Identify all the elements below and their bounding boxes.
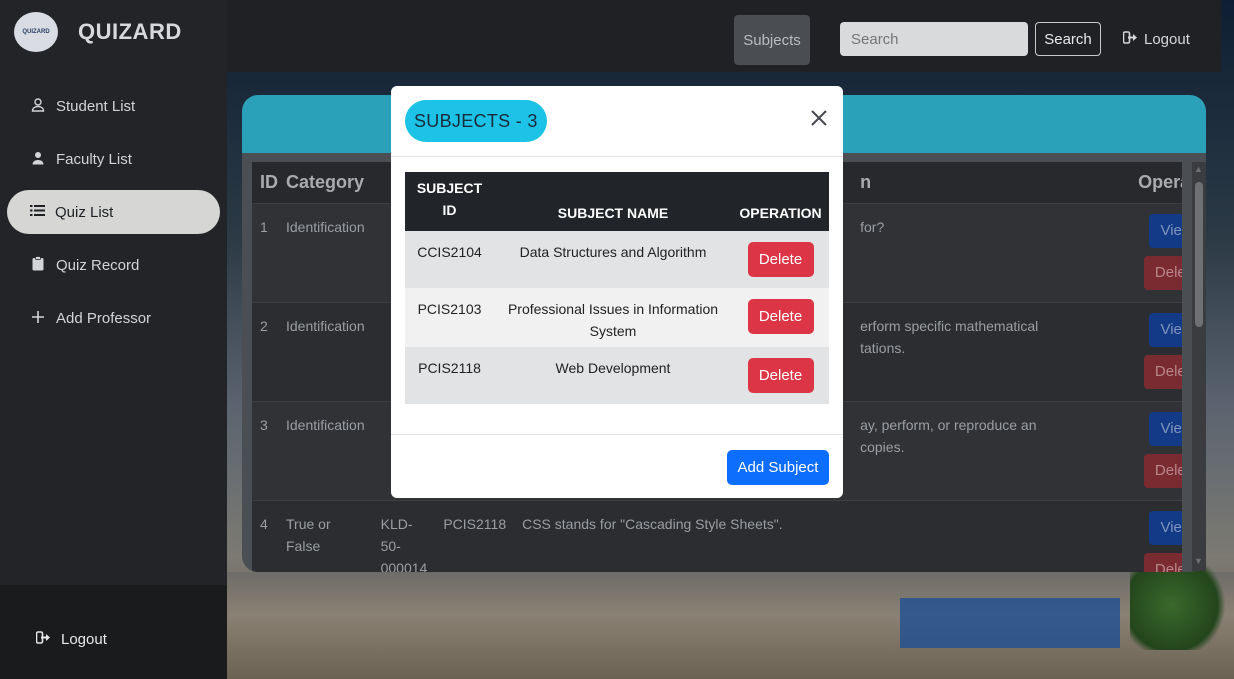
cell-operation: View Delete xyxy=(1130,301,1182,401)
cell-operation: Delete xyxy=(732,231,829,288)
sidebar-item-faculty-list[interactable]: Faculty List xyxy=(0,137,227,181)
top-logout-button[interactable]: Logout xyxy=(1122,31,1190,48)
cell-operation: Delete xyxy=(732,347,829,404)
table-row: 4 True or False KLD-50- 000014 PCIS2118 … xyxy=(252,499,1182,572)
cell-category: Identification xyxy=(278,400,373,500)
background-fence xyxy=(900,598,1120,648)
user-tie-icon xyxy=(30,151,46,168)
cell-operation: Delete xyxy=(732,288,829,347)
logout-icon xyxy=(35,631,51,648)
subjects-table: SUBJECT ID SUBJECT NAME OPERATION CCIS21… xyxy=(405,172,829,404)
sidebar-item-label: Faculty List xyxy=(56,150,132,168)
col-header-id: ID xyxy=(252,162,278,203)
sidebar-item-label: Quiz List xyxy=(55,203,114,221)
scrollbar-thumb[interactable] xyxy=(1195,182,1203,327)
sidebar-nav: Student List Faculty List Quiz List Quiz… xyxy=(0,84,227,349)
table-scrollbar[interactable]: ▲ ▼ xyxy=(1192,162,1206,571)
col-header-operation: Operation xyxy=(1130,162,1182,203)
sidebar-item-label: Quiz Record xyxy=(56,256,140,274)
cell-subject-name: Professional Issues in Information Syste… xyxy=(494,288,732,347)
sidebar-item-label: Add Professor xyxy=(56,309,152,327)
view-button[interactable]: View xyxy=(1149,510,1182,545)
table-row: PCIS2103 Professional Issues in Informat… xyxy=(405,288,829,347)
view-button[interactable]: View xyxy=(1149,312,1182,347)
subjects-modal: SUBJECTS - 3 SUBJECT ID SUBJECT NAME OPE… xyxy=(391,86,843,498)
col-header-operation: OPERATION xyxy=(732,172,829,231)
cell-operation: View Delete xyxy=(1130,202,1182,302)
modal-title: SUBJECTS - 3 xyxy=(405,100,547,142)
cell-subject-id: PCIS2118 xyxy=(405,347,494,404)
sidebar-footer: Logout xyxy=(0,585,227,679)
cell-category: Identification xyxy=(278,301,373,401)
user-icon xyxy=(30,97,46,115)
cell-subject-id: PCIS2103 xyxy=(405,288,494,347)
table-row: CCIS2104 Data Structures and Algorithm D… xyxy=(405,231,829,288)
cell-code: KLD-50- 000014 xyxy=(372,499,436,572)
brand-name: QUIZARD xyxy=(78,19,182,44)
delete-button[interactable]: Delete xyxy=(1144,552,1182,572)
modal-footer: Add Subject xyxy=(391,434,843,498)
sidebar-logout-button[interactable]: Logout xyxy=(35,631,107,648)
cell-id: 1 xyxy=(252,202,278,302)
background-trees xyxy=(1130,560,1234,650)
sidebar-item-label: Student List xyxy=(56,97,136,115)
clipboard-icon xyxy=(30,256,46,274)
delete-button[interactable]: Delete xyxy=(1144,354,1182,389)
col-header-category: Category xyxy=(278,162,373,203)
list-icon xyxy=(29,204,45,220)
plus-icon xyxy=(30,310,46,327)
search-button[interactable]: Search xyxy=(1035,22,1101,56)
subjects-button[interactable]: Subjects xyxy=(734,15,810,65)
delete-button[interactable]: Delete xyxy=(1144,453,1182,488)
sidebar-logout-label: Logout xyxy=(61,631,107,648)
cell-subject-name: Web Development xyxy=(494,347,732,404)
col-header-subject-name: SUBJECT NAME xyxy=(494,172,732,231)
sidebar-item-add-professor[interactable]: Add Professor xyxy=(0,296,227,340)
cell-subject-id: CCIS2104 xyxy=(405,231,494,288)
top-logout-label: Logout xyxy=(1144,31,1190,48)
modal-header: SUBJECTS - 3 xyxy=(391,86,843,157)
cell-subject: PCIS2118 xyxy=(435,499,515,572)
brand[interactable]: QUIZARD QUIZARD xyxy=(14,12,182,52)
cell-operation: View Delete xyxy=(1130,400,1182,500)
cell-id: 2 xyxy=(252,301,278,401)
view-button[interactable]: View xyxy=(1149,213,1182,248)
cell-category: True or False xyxy=(278,499,373,572)
cell-subject-name: Data Structures and Algorithm xyxy=(494,231,732,288)
delete-subject-button[interactable]: Delete xyxy=(747,299,814,334)
delete-subject-button[interactable]: Delete xyxy=(747,242,814,277)
top-navbar: Subjects Search Logout xyxy=(227,0,1221,72)
search-input[interactable] xyxy=(840,22,1028,56)
brand-logo: QUIZARD xyxy=(14,12,58,52)
scroll-down-icon[interactable]: ▼ xyxy=(1194,556,1203,566)
cell-category: Identification xyxy=(278,202,373,302)
scroll-up-icon[interactable]: ▲ xyxy=(1194,164,1203,174)
sidebar-item-quiz-record[interactable]: Quiz Record xyxy=(0,243,227,287)
close-icon[interactable] xyxy=(810,108,828,132)
cell-id: 3 xyxy=(252,400,278,500)
logout-icon xyxy=(1122,31,1138,48)
sidebar-item-quiz-list[interactable]: Quiz List xyxy=(7,190,220,234)
col-header-subject-id: SUBJECT ID xyxy=(405,172,494,231)
add-subject-button[interactable]: Add Subject xyxy=(727,450,829,485)
brand-logo-text: QUIZARD xyxy=(22,29,50,35)
cell-question: CSS stands for "Cascading Style Sheets". xyxy=(514,499,1131,572)
cell-id: 4 xyxy=(252,499,278,572)
sidebar-item-student-list[interactable]: Student List xyxy=(0,84,227,128)
view-button[interactable]: View xyxy=(1149,411,1182,446)
delete-subject-button[interactable]: Delete xyxy=(747,358,814,393)
sidebar: QUIZARD QUIZARD Student List Faculty Lis… xyxy=(0,0,227,679)
table-row: PCIS2118 Web Development Delete xyxy=(405,347,829,404)
cell-operation: View Delete xyxy=(1130,499,1182,572)
delete-button[interactable]: Delete xyxy=(1144,255,1182,290)
